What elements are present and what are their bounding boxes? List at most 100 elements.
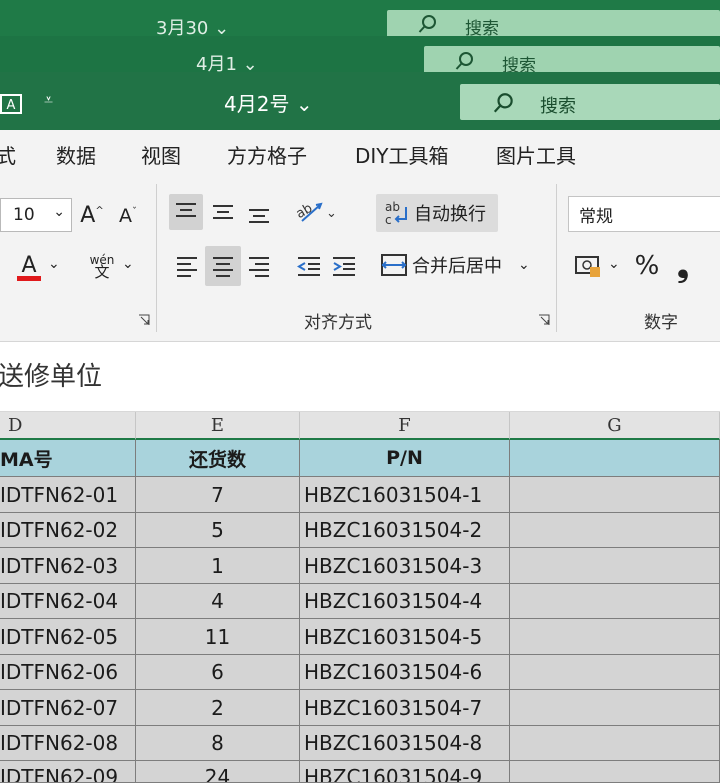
window-title-3[interactable]: 4月2号 ⌄ [224, 88, 313, 117]
middle-align-button[interactable] [206, 194, 240, 230]
accounting-format-button[interactable] [572, 248, 604, 284]
cell-return-qty[interactable]: 11 [136, 619, 300, 655]
cell-return-qty[interactable]: 8 [136, 726, 300, 761]
svg-text:c: c [385, 213, 392, 227]
title-bar-window-2: 4月1 ⌄ 搜索 [0, 36, 720, 76]
search-box-1[interactable]: 搜索 [387, 10, 720, 39]
decrease-font-size-button[interactable]: Aˇ [114, 200, 142, 232]
cell-g[interactable] [510, 513, 720, 548]
cell-pn[interactable]: HBZC16031504-3 [300, 548, 510, 584]
formula-bar-content[interactable]: 送修单位 [0, 356, 102, 393]
column-header-f[interactable]: F [300, 412, 510, 440]
orientation-button[interactable]: ab ⌄ [292, 194, 340, 230]
wrap-text-button[interactable]: ab c 自动换行 [376, 194, 498, 232]
decrease-indent-button[interactable] [292, 248, 326, 284]
align-right-button[interactable] [242, 248, 276, 284]
font-color-icon: A [17, 253, 41, 281]
comma-icon: ❟ [677, 248, 689, 284]
cell-pn[interactable]: HBZC16031504-4 [300, 584, 510, 619]
cell-g[interactable] [510, 761, 720, 783]
cell-return-qty[interactable]: 1 [136, 548, 300, 584]
cell-return-qty[interactable]: 4 [136, 584, 300, 619]
alignment-group-label: 对齐方式 [304, 313, 372, 333]
align-left-icon [177, 257, 197, 277]
merge-center-button[interactable]: 合并后居中 ⌄ [376, 246, 542, 284]
formula-bar[interactable]: 送修单位 [0, 342, 720, 412]
customize-toolbar-icon[interactable]: ⩡ [44, 90, 53, 110]
cell-pn[interactable]: HBZC16031504-7 [300, 690, 510, 726]
cell-return-qty[interactable]: 7 [136, 477, 300, 513]
cell-ma[interactable]: IDTFN62-06 [0, 655, 136, 690]
header-cell-pn[interactable]: P/N [300, 440, 510, 477]
top-align-button[interactable] [169, 194, 203, 230]
cell-pn[interactable]: HBZC16031504-8 [300, 726, 510, 761]
search-box-3[interactable]: 搜索 [460, 84, 720, 120]
cell-g[interactable] [510, 584, 720, 619]
chevron-down-icon[interactable]: ⌄ [518, 257, 530, 273]
bottom-align-button[interactable] [242, 196, 276, 232]
comma-style-button[interactable]: ❟ [670, 248, 696, 284]
cell-g[interactable] [510, 619, 720, 655]
merge-center-icon [381, 254, 407, 276]
phonetic-dropdown-icon[interactable]: ⌄ [122, 256, 134, 272]
align-center-icon [213, 257, 233, 277]
font-size-select[interactable]: 10 ⌄ [0, 198, 72, 232]
accounting-dropdown-icon[interactable]: ⌄ [608, 256, 620, 272]
column-header-d[interactable]: D [0, 412, 136, 440]
cell-return-qty[interactable]: 5 [136, 513, 300, 548]
cell-return-qty[interactable]: 2 [136, 690, 300, 726]
wrap-text-label: 自动换行 [414, 204, 486, 225]
cell-pn[interactable]: HBZC16031504-1 [300, 477, 510, 513]
tab-picture-tools[interactable]: 图片工具 [496, 140, 576, 169]
font-color-dropdown-icon[interactable]: ⌄ [48, 256, 60, 272]
cell-pn[interactable]: HBZC16031504-9 [300, 761, 510, 783]
number-format-select[interactable]: 常规 [568, 196, 720, 232]
cell-ma[interactable]: IDTFN62-05 [0, 619, 136, 655]
tab-formulas[interactable]: 式 [0, 140, 16, 169]
cell-pn[interactable]: HBZC16031504-6 [300, 655, 510, 690]
align-bottom-icon [249, 209, 269, 223]
header-cell-return-qty[interactable]: 还货数 [136, 440, 300, 477]
increase-font-size-button[interactable]: A^ [78, 198, 106, 232]
cell-ma[interactable]: IDTFN62-08 [0, 726, 136, 761]
cell-ma[interactable]: IDTFN62-07 [0, 690, 136, 726]
cell-g[interactable] [510, 690, 720, 726]
cell-ma[interactable]: IDTFN62-02 [0, 513, 136, 548]
cell-return-qty[interactable]: 24 [136, 761, 300, 783]
header-cell-ma[interactable]: MA号 [0, 440, 136, 477]
cell-g[interactable] [510, 477, 720, 513]
cell-pn[interactable]: HBZC16031504-5 [300, 619, 510, 655]
column-header-g[interactable]: G [510, 412, 720, 440]
cell-ma[interactable]: IDTFN62-01 [0, 477, 136, 513]
align-left-button[interactable] [170, 248, 204, 284]
tab-fangfanggezi[interactable]: 方方格子 [227, 140, 307, 169]
cell-ma[interactable]: IDTFN62-03 [0, 548, 136, 584]
align-center-button[interactable] [205, 246, 241, 286]
chevron-down-icon[interactable]: ⌄ [296, 92, 313, 116]
column-header-e[interactable]: E [136, 412, 300, 440]
phonetic-guide-button[interactable]: wén 文 [86, 248, 118, 284]
cell-g[interactable] [510, 548, 720, 584]
group-separator [156, 184, 157, 332]
cell-pn[interactable]: HBZC16031504-2 [300, 513, 510, 548]
cell-return-qty[interactable]: 6 [136, 655, 300, 690]
font-color-button[interactable]: A [12, 248, 46, 284]
svg-text:A: A [21, 253, 36, 278]
tab-data[interactable]: 数据 [56, 140, 96, 169]
quick-access-format-icon[interactable]: A [0, 94, 22, 114]
cell-g[interactable] [510, 726, 720, 761]
search-label: 搜索 [540, 96, 576, 117]
wrap-text-icon: abc [385, 200, 407, 227]
tab-diy-toolbox[interactable]: DIY工具箱 [355, 140, 449, 169]
header-cell-empty[interactable] [510, 440, 720, 477]
number-group-label: 数字 [644, 313, 678, 333]
cell-ma[interactable]: IDTFN62-04 [0, 584, 136, 619]
increase-indent-button[interactable] [327, 248, 361, 284]
cell-g[interactable] [510, 655, 720, 690]
font-dialog-launcher-icon[interactable] [138, 314, 150, 326]
tab-view[interactable]: 视图 [141, 140, 181, 169]
percent-style-button[interactable]: % [630, 248, 664, 284]
alignment-dialog-launcher-icon[interactable] [538, 314, 550, 326]
cell-ma[interactable]: IDTFN62-09 [0, 761, 136, 783]
font-size-value: 10 [13, 205, 35, 225]
